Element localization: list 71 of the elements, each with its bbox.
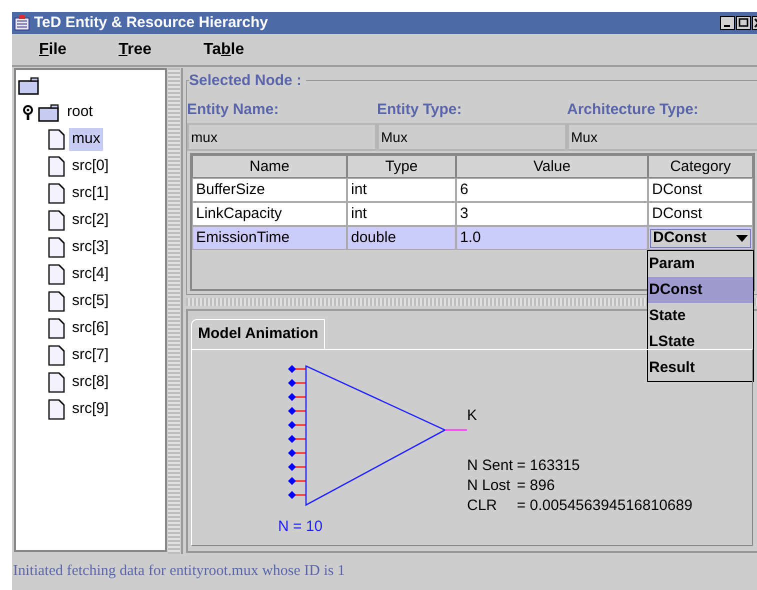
node-label[interactable]: src[0] bbox=[69, 155, 112, 178]
status-text: Initiated fetching data for entityroot.mux whose ID is 1 bbox=[13, 562, 345, 582]
node-label[interactable]: src[6] bbox=[69, 317, 112, 340]
node-label[interactable]: mux bbox=[69, 128, 104, 151]
tab[interactable]: Model Animation bbox=[191, 319, 326, 349]
column-header[interactable]: Value bbox=[456, 155, 648, 178]
text-field[interactable]: mux bbox=[187, 123, 377, 151]
field-label: Entity Name: bbox=[187, 100, 280, 120]
node-label[interactable]: src[4] bbox=[69, 263, 112, 286]
field-label: Entity Type: bbox=[377, 100, 463, 120]
caret-icon bbox=[736, 234, 748, 242]
stat-value: = 0.005456394516810689 bbox=[516, 496, 692, 516]
text-field[interactable]: Mux bbox=[567, 123, 757, 151]
column-header[interactable]: Type bbox=[347, 155, 456, 178]
node-label[interactable]: src[5] bbox=[69, 290, 112, 313]
stat-name: N Lost bbox=[467, 476, 512, 496]
table-cell: BufferSize bbox=[192, 178, 347, 202]
stat-name: CLR bbox=[467, 496, 498, 516]
column-header[interactable]: Name bbox=[192, 155, 347, 178]
file-icon bbox=[48, 372, 65, 393]
column-header[interactable]: Category bbox=[648, 155, 753, 178]
file-icon bbox=[48, 210, 65, 231]
file-icon bbox=[48, 345, 65, 366]
category-dropdown[interactable]: DConst bbox=[650, 228, 751, 248]
file-icon bbox=[48, 156, 65, 177]
table-cell: int bbox=[347, 202, 456, 226]
file-icon bbox=[48, 318, 65, 339]
table-cell: 3 bbox=[456, 202, 648, 226]
menu-item[interactable]: Table bbox=[202, 38, 246, 62]
table-cell: LinkCapacity bbox=[192, 202, 347, 226]
app-icon bbox=[14, 15, 30, 31]
dropdown-option[interactable]: DConst bbox=[648, 277, 753, 303]
output-label: K bbox=[467, 406, 478, 426]
node-label[interactable]: src[2] bbox=[69, 209, 112, 232]
field-label: Architecture Type: bbox=[567, 100, 700, 120]
dropdown-option[interactable]: Result bbox=[648, 355, 753, 381]
table-cell: DConst bbox=[648, 178, 753, 202]
node-label[interactable]: src[7] bbox=[69, 344, 112, 367]
table-cell: 1.0 bbox=[456, 226, 648, 250]
text-field[interactable]: Mux bbox=[377, 123, 567, 151]
table-cell: EmissionTime bbox=[192, 226, 347, 250]
input-count: N = 10 bbox=[278, 517, 323, 537]
file-icon bbox=[48, 237, 65, 258]
file-icon bbox=[48, 399, 65, 420]
folder-icon bbox=[18, 76, 40, 94]
window-title: TeD Entity & Resource Hierarchy bbox=[34, 12, 269, 33]
node-label[interactable]: src[8] bbox=[69, 371, 112, 394]
folder-icon bbox=[38, 104, 60, 122]
minimize-icon[interactable] bbox=[720, 16, 735, 30]
table-cell: 6 bbox=[456, 178, 648, 202]
file-icon bbox=[48, 183, 65, 204]
file-icon bbox=[48, 291, 65, 312]
node-label[interactable]: src[1] bbox=[69, 182, 112, 205]
node-label[interactable]: src[9] bbox=[69, 398, 112, 421]
expand-handle-icon[interactable] bbox=[22, 104, 34, 120]
node-label[interactable]: src[3] bbox=[69, 236, 112, 259]
file-icon bbox=[48, 129, 65, 150]
node-label[interactable]: root bbox=[64, 101, 96, 124]
stat-name: N Sent bbox=[467, 456, 513, 476]
dropdown-option[interactable]: Param bbox=[648, 251, 753, 277]
splitter-handle[interactable] bbox=[168, 68, 180, 554]
file-icon bbox=[48, 264, 65, 285]
stat-value: = 163315 bbox=[516, 456, 581, 476]
dropdown-option[interactable]: LState bbox=[648, 329, 753, 355]
dropdown-option[interactable]: State bbox=[648, 303, 753, 329]
stat-value: = 896 bbox=[516, 476, 556, 496]
menu-item[interactable]: File bbox=[37, 38, 69, 62]
table-cell: double bbox=[347, 226, 456, 250]
table-cell: int bbox=[347, 178, 456, 202]
menu-item[interactable]: Tree bbox=[116, 38, 154, 62]
table-cell: DConst bbox=[648, 202, 753, 226]
